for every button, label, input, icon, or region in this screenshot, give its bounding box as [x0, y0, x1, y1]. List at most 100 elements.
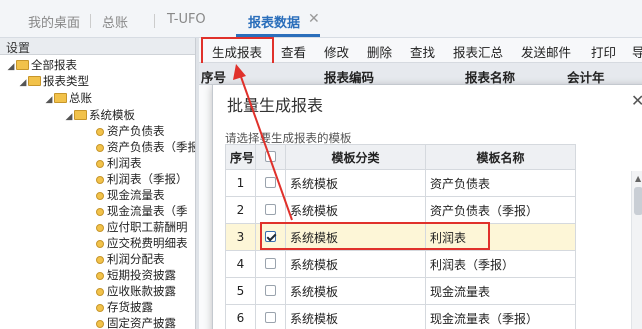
row-index: 3 [225, 223, 256, 251]
tab-t-ufo[interactable]: T-UFO [167, 12, 206, 27]
dialog-close-icon[interactable]: ✕ [631, 91, 642, 110]
dialog-scrollbar[interactable]: ▲ [631, 171, 642, 329]
tree-node-label: 总账 [69, 91, 92, 105]
print-button[interactable]: 打印 [591, 42, 616, 61]
document-icon [96, 144, 104, 152]
tree-leaf-fixed-assets[interactable]: 固定资产披露 [96, 315, 176, 329]
find-button[interactable]: 查找 [410, 42, 435, 61]
tree-node-system-templates[interactable]: ◢ 系统模板 [64, 107, 135, 123]
tree-node-label: 资产负债表 [107, 124, 165, 138]
tree-leaf-balance-sheet-quarterly[interactable]: 资产负债表（季报 [96, 139, 196, 155]
tree-node-all-reports[interactable]: ◢ 全部报表 [6, 57, 77, 73]
collapse-icon[interactable]: ◢ [44, 95, 54, 105]
row-category: 系统模板 [285, 250, 426, 278]
tree-node-label: 现金流量表 [107, 188, 165, 202]
tree-leaf-income-statement[interactable]: 利润表 [96, 155, 142, 171]
row-checkbox[interactable] [265, 204, 276, 215]
row-category: 系统模板 [285, 196, 426, 224]
table-row[interactable]: 5 系统模板 现金流量表 [225, 277, 576, 305]
tree-node-general-ledger[interactable]: ◢ 总账 [44, 90, 92, 106]
delete-button[interactable]: 删除 [367, 42, 392, 61]
scroll-thumb[interactable] [634, 187, 642, 215]
row-checkbox[interactable] [265, 312, 276, 323]
document-icon [96, 288, 104, 296]
tree-leaf-cash-flow[interactable]: 现金流量表 [96, 187, 165, 203]
tree-node-label: 应付职工薪酬明 [107, 220, 188, 234]
row-index: 5 [225, 277, 256, 305]
document-icon [96, 320, 104, 328]
row-select-cell[interactable] [255, 169, 286, 197]
tree-node-label: 利润分配表 [107, 252, 165, 266]
dialog-title: 批量生成报表 [227, 96, 324, 115]
left-tree-panel: 设置 ◢ 全部报表 ◢ 报表类型 ◢ 总账 ◢ 系统模板 资产负债表 资产负债表（季报 … [0, 38, 196, 329]
row-index: 6 [225, 304, 256, 329]
folder-icon [54, 93, 67, 103]
tree-leaf-receivables[interactable]: 应收账款披露 [96, 283, 176, 299]
tree-leaf-profit-distribution[interactable]: 利润分配表 [96, 251, 165, 267]
column-header-select-all[interactable] [255, 144, 286, 170]
tree-node-label: 资产负债表（季报 [107, 140, 196, 154]
row-index: 2 [225, 196, 256, 224]
document-icon [96, 192, 104, 200]
row-select-cell[interactable] [255, 250, 286, 278]
tab-my-desktop[interactable]: 我的桌面 [28, 12, 80, 31]
folder-icon [16, 60, 29, 70]
tree-node-label: 短期投资披露 [107, 268, 176, 282]
tree-node-label: 利润表（季报） [107, 172, 188, 186]
column-header-template-name: 模板名称 [425, 144, 576, 170]
column-header-category: 模板分类 [285, 144, 426, 170]
table-row[interactable]: 4 系统模板 利润表（季报） [225, 250, 576, 278]
row-template-name: 资产负债表（季报） [425, 196, 576, 224]
row-select-cell[interactable] [255, 304, 286, 329]
tree-leaf-inventory[interactable]: 存货披露 [96, 299, 153, 315]
panel-header: 设置 [0, 38, 195, 55]
tree-leaf-payroll-detail[interactable]: 应付职工薪酬明 [96, 219, 188, 235]
send-email-button[interactable]: 发送邮件 [521, 42, 571, 61]
close-icon[interactable]: ✕ [308, 11, 320, 27]
table-row[interactable]: 6 系统模板 现金流量表（季报） [225, 304, 576, 329]
row-template-name: 现金流量表（季报） [425, 304, 576, 329]
tab-general-ledger[interactable]: 总账 [102, 12, 128, 31]
edit-button[interactable]: 修改 [324, 42, 349, 61]
tree-node-report-type[interactable]: ◢ 报表类型 [18, 73, 89, 89]
document-icon [96, 208, 104, 216]
row-select-cell[interactable] [255, 196, 286, 224]
collapse-icon[interactable]: ◢ [6, 62, 16, 72]
document-icon [96, 224, 104, 232]
table-row[interactable]: 2 系统模板 资产负债表（季报） [225, 196, 576, 224]
document-icon [96, 256, 104, 264]
folder-icon [28, 76, 41, 86]
tab-divider [90, 14, 91, 28]
view-button[interactable]: 查看 [281, 42, 306, 61]
row-select-cell[interactable] [255, 277, 286, 305]
selected-template-highlight [260, 222, 490, 250]
document-icon [96, 176, 104, 184]
tree-leaf-cash-flow-quarterly[interactable]: 现金流量表（季 [96, 203, 188, 219]
tree-node-label: 固定资产披露 [107, 316, 176, 329]
tree-leaf-tax-detail[interactable]: 应交税费明细表 [96, 235, 188, 251]
export-button[interactable]: 导 [632, 42, 642, 61]
tree-leaf-short-term-investment[interactable]: 短期投资披露 [96, 267, 176, 283]
document-icon [96, 160, 104, 168]
document-icon [96, 128, 104, 136]
tab-report-data[interactable]: 报表数据 [248, 12, 300, 31]
row-checkbox[interactable] [265, 285, 276, 296]
select-all-checkbox[interactable] [265, 151, 276, 162]
collapse-icon[interactable]: ◢ [64, 112, 74, 122]
tab-divider [154, 14, 155, 28]
table-header-row: 序号 模板分类 模板名称 [225, 144, 576, 170]
document-icon [96, 304, 104, 312]
tree-leaf-income-statement-quarterly[interactable]: 利润表（季报） [96, 171, 188, 187]
row-template-name: 现金流量表 [425, 277, 576, 305]
table-row[interactable]: 1 系统模板 资产负债表 [225, 169, 576, 197]
collapse-icon[interactable]: ◢ [18, 78, 28, 88]
tree-node-label: 系统模板 [89, 108, 135, 122]
column-header-index: 序号 [225, 144, 256, 170]
scroll-up-arrow-icon[interactable]: ▲ [635, 174, 641, 183]
report-summary-button[interactable]: 报表汇总 [453, 42, 503, 61]
row-checkbox[interactable] [265, 177, 276, 188]
tree-node-label: 利润表 [107, 156, 142, 170]
row-checkbox[interactable] [265, 258, 276, 269]
row-index: 1 [225, 169, 256, 197]
tree-leaf-balance-sheet[interactable]: 资产负债表 [96, 123, 165, 139]
